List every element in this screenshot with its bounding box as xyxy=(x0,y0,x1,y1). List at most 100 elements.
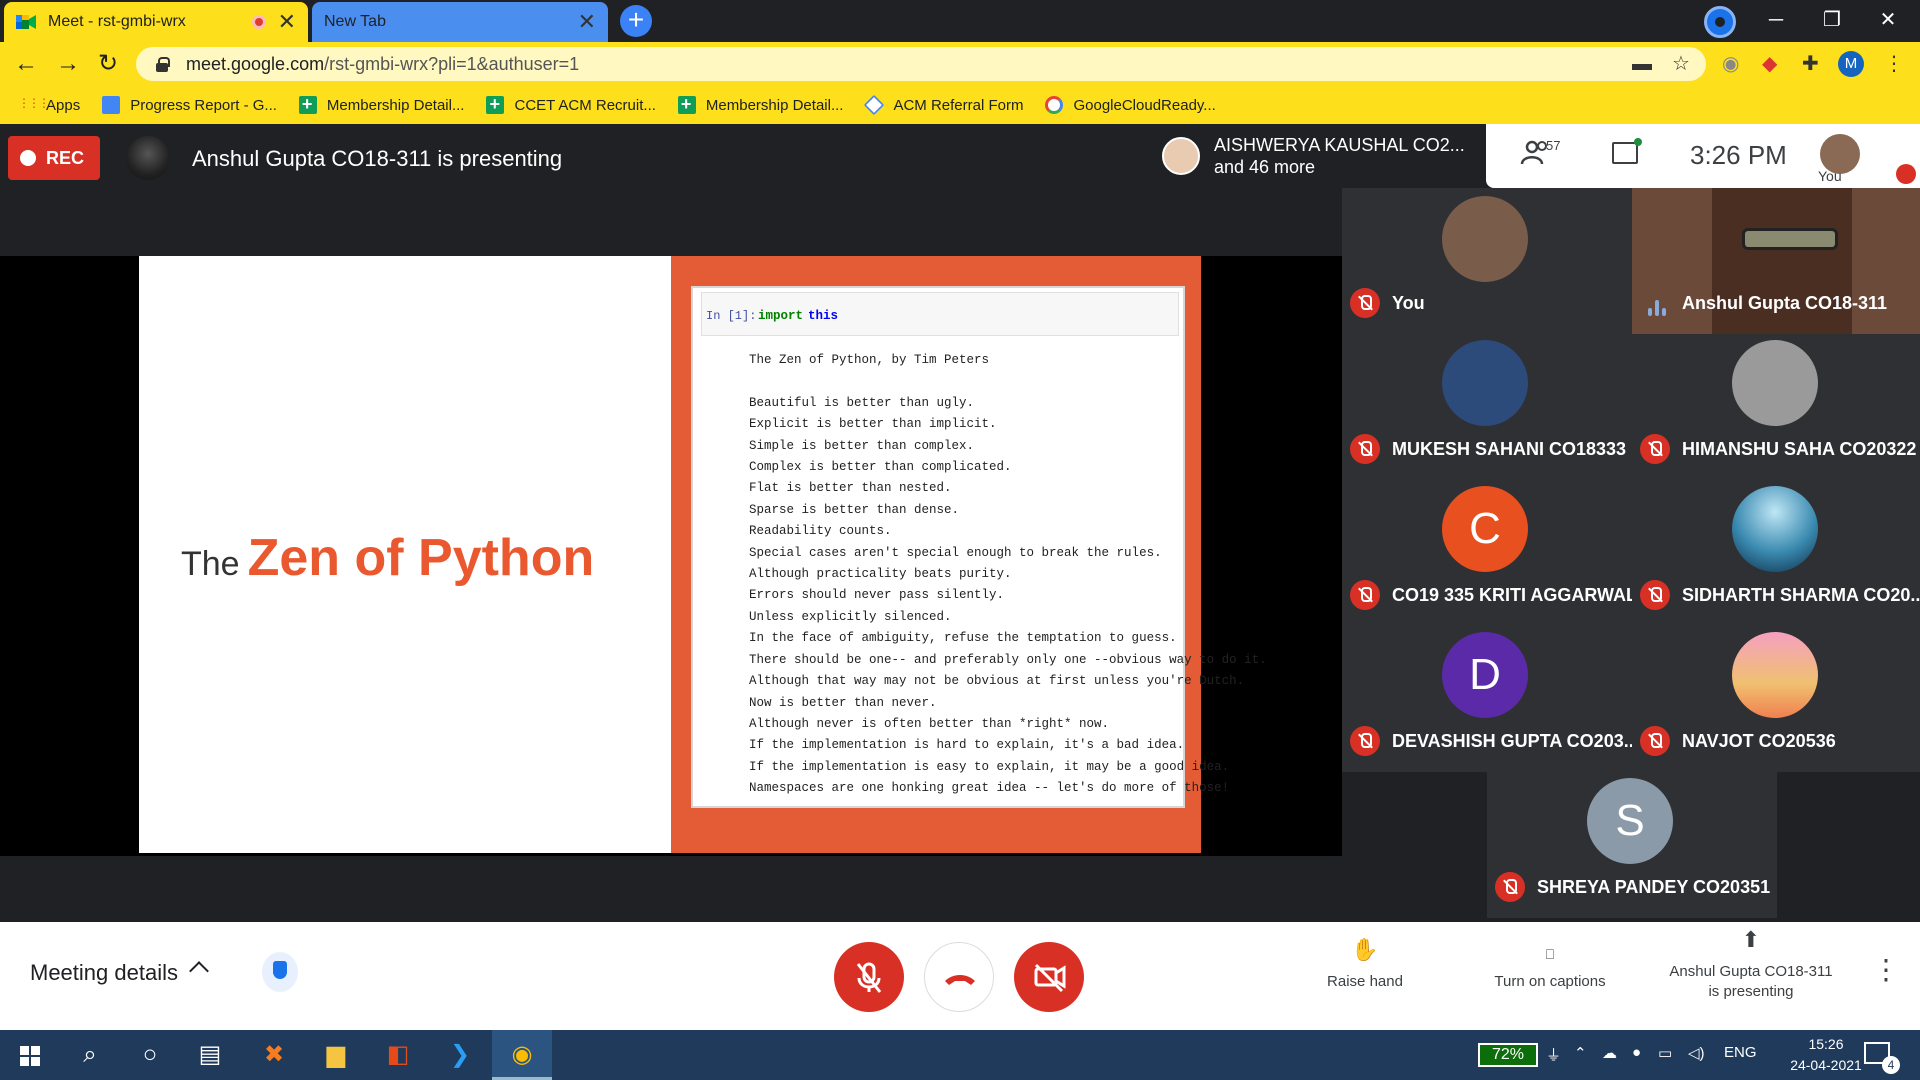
tab-search-icon[interactable] xyxy=(1704,6,1736,38)
code-keyword: import xyxy=(758,309,804,323)
meet-window: REC Anshul Gupta CO18-311 is presenting … xyxy=(0,124,1920,1080)
close-tab-icon[interactable]: ✕ xyxy=(578,11,596,33)
participant-tile[interactable]: MUKESH SAHANI CO18333 xyxy=(1342,334,1632,480)
presentation-slide: The Zen of Python In [1]: import this The… xyxy=(139,256,1267,853)
battery-indicator[interactable]: 72% xyxy=(1478,1043,1538,1067)
minimize-icon[interactable]: ─ xyxy=(1748,4,1804,36)
bookmark-google-cloud[interactable]: GoogleCloudReady... xyxy=(1045,96,1216,114)
sheets-icon xyxy=(677,94,696,115)
participant-name: SHREYA PANDEY CO20351 xyxy=(1537,877,1771,897)
muted-icon xyxy=(1640,726,1670,756)
close-tab-icon[interactable]: ✕ xyxy=(278,11,296,33)
hang-up-icon xyxy=(945,975,975,985)
participant-tile[interactable]: SIDHARTH SHARMA CO20... xyxy=(1632,480,1920,626)
bookmark-apps[interactable]: Apps xyxy=(18,96,80,114)
muted-icon xyxy=(1350,434,1380,464)
camera-in-use-icon[interactable]: ▬ xyxy=(1632,52,1652,76)
bookmark-membership-1[interactable]: Membership Detail... xyxy=(298,94,464,115)
new-tab-button[interactable]: + xyxy=(620,5,652,37)
code-cell: In [1]: import this xyxy=(701,292,1179,336)
host-controls-shield-icon[interactable] xyxy=(262,952,298,992)
leave-call-button[interactable] xyxy=(924,942,994,1012)
presenting-title: Anshul Gupta CO18-311 is presenting xyxy=(192,146,563,171)
extension-icon[interactable]: ◆ xyxy=(1762,52,1777,76)
bookmark-acm-referral[interactable]: ACM Referral Form xyxy=(864,94,1023,116)
camera-toggle-button[interactable] xyxy=(1014,942,1084,1012)
restore-icon[interactable]: ❐ xyxy=(1804,4,1860,36)
participant-tile[interactable]: D DEVASHISH GUPTA CO203... xyxy=(1342,626,1639,772)
muted-icon xyxy=(1350,288,1380,318)
participant-tile[interactable]: HIMANSHU SAHA CO20322 xyxy=(1632,334,1920,480)
muted-icon xyxy=(1495,872,1525,902)
file-explorer-icon[interactable]: ▆ xyxy=(306,1030,366,1080)
raise-hand-button[interactable]: ✋ Raise hand xyxy=(1310,939,1420,992)
mic-toggle-button[interactable] xyxy=(834,942,904,1012)
bookmarks-bar: Apps Progress Report - G... Membership D… xyxy=(0,86,1920,124)
system-clock[interactable]: 15:26 24-04-2021 xyxy=(1786,1034,1866,1076)
extensions-puzzle-icon[interactable]: ✚ xyxy=(1802,52,1819,76)
show-hidden-icons[interactable]: ⌃ xyxy=(1574,1044,1587,1062)
avatar: S xyxy=(1587,778,1673,864)
browser-menu-icon[interactable]: ⋮ xyxy=(1884,52,1904,76)
recording-badge: REC xyxy=(8,136,100,180)
apps-grid-icon xyxy=(18,96,48,114)
start-button[interactable] xyxy=(0,1030,60,1080)
bookmark-progress-report[interactable]: Progress Report - G... xyxy=(102,96,277,114)
glasses-shape xyxy=(1742,228,1838,250)
self-label: You xyxy=(1818,168,1842,184)
meet-control-bar: Meeting details ✋ Raise hand ⎕ Turn on c… xyxy=(0,922,1920,1030)
join-notification[interactable]: AISHWERYA KAUSHAL CO2... and 46 more xyxy=(1152,124,1486,188)
rec-dot-icon xyxy=(20,150,36,166)
participant-tile[interactable]: NAVJOT CO20536 xyxy=(1632,626,1920,772)
chevron-up-icon[interactable] xyxy=(189,961,209,981)
more-options-icon[interactable]: ⋮ xyxy=(1872,956,1900,984)
present-status-button[interactable]: ⬆ Anshul Gupta CO18-311 is presenting xyxy=(1646,929,1856,1002)
muted-icon xyxy=(1350,726,1380,756)
volume-icon[interactable]: ◁) xyxy=(1688,1044,1705,1062)
plug-icon[interactable]: ⏚ xyxy=(1546,1044,1561,1065)
muted-icon xyxy=(1640,580,1670,610)
tab-new-tab[interactable]: New Tab ✕ xyxy=(312,2,608,42)
screenshot-extension-icon[interactable]: ◉ xyxy=(1722,52,1739,76)
lock-icon[interactable] xyxy=(156,57,170,72)
self-muted-icon xyxy=(1896,164,1916,184)
profile-avatar[interactable]: M xyxy=(1838,51,1864,77)
participant-tile-you[interactable]: You xyxy=(1342,188,1632,334)
office-icon[interactable]: ◧ xyxy=(368,1030,428,1080)
microphone-icon[interactable]: ● xyxy=(1632,1044,1641,1061)
tab-meet[interactable]: Meet - rst-gmbi-wrx ✕ xyxy=(4,2,308,42)
back-icon[interactable]: ← xyxy=(12,50,40,78)
mic-off-icon xyxy=(856,962,882,993)
avatar: D xyxy=(1442,632,1528,718)
muted-icon xyxy=(1350,580,1380,610)
avatar xyxy=(1442,340,1528,426)
bookmark-membership-2[interactable]: Membership Detail... xyxy=(677,94,843,115)
participant-tile-presenter[interactable]: Anshul Gupta CO18-311 xyxy=(1632,188,1920,334)
participant-tile[interactable]: C CO19 335 KRITI AGGARWAL xyxy=(1342,480,1637,626)
close-window-icon[interactable]: ✕ xyxy=(1860,4,1916,36)
avatar xyxy=(1732,340,1818,426)
cortana-icon[interactable]: ○ xyxy=(120,1030,180,1080)
address-bar[interactable]: meet.google.com/rst-gmbi-wrx?pli=1&authu… xyxy=(136,47,1706,81)
bookmark-star-icon[interactable]: ☆ xyxy=(1672,52,1690,76)
network-icon[interactable]: ▭ xyxy=(1658,1044,1672,1062)
cell-prompt: In [1]: xyxy=(706,309,757,323)
bookmark-ccet-acm[interactable]: CCET ACM Recruit... xyxy=(486,94,656,115)
task-view-icon[interactable]: ▤ xyxy=(180,1030,240,1080)
meeting-details-button[interactable]: Meeting details xyxy=(30,960,178,986)
participant-tile[interactable]: S SHREYA PANDEY CO20351 xyxy=(1487,772,1777,918)
search-icon[interactable]: ⌕ xyxy=(60,1030,120,1080)
chat-icon[interactable] xyxy=(1612,138,1642,164)
vscode-icon[interactable]: ❯ xyxy=(430,1030,490,1080)
xampp-icon[interactable]: ✖ xyxy=(244,1030,304,1080)
forward-icon[interactable]: → xyxy=(54,50,82,78)
participant-name: DEVASHISH GUPTA CO203... xyxy=(1392,731,1639,751)
captions-button[interactable]: ⎕ Turn on captions xyxy=(1480,940,1620,992)
reload-icon[interactable]: ↻ xyxy=(94,50,122,78)
language-indicator[interactable]: ENG xyxy=(1724,1044,1757,1061)
onedrive-icon[interactable]: ☁ xyxy=(1602,1044,1617,1062)
chrome-icon[interactable]: ◉ xyxy=(492,1030,552,1080)
avatar xyxy=(1442,196,1528,282)
speaking-indicator-icon xyxy=(1648,298,1670,316)
code-module: this xyxy=(808,309,839,323)
